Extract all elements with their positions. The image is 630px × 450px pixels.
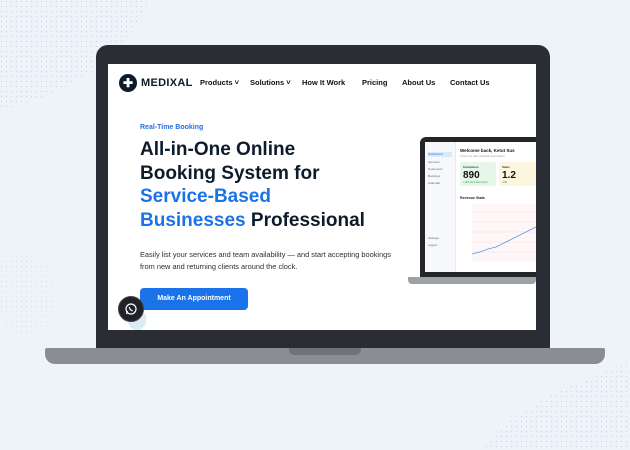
- chevron-down-icon: ˅: [286, 78, 291, 87]
- headline-highlight: Businesses: [140, 209, 246, 231]
- dashboard-preview: Dashboard Services Customers Bookings Ca…: [425, 142, 536, 272]
- medixal-logo-icon[interactable]: ✚: [119, 74, 137, 92]
- sidebar-item: Logout: [428, 243, 438, 247]
- sidebar-item: Dashboard: [428, 152, 452, 157]
- whatsapp-button[interactable]: [118, 296, 144, 322]
- dashboard-sidebar: Dashboard Services Customers Bookings Ca…: [425, 142, 456, 272]
- stat-label: Customers: [463, 165, 479, 169]
- sidebar-item: Services: [428, 160, 440, 164]
- headline-line: Professional: [250, 209, 365, 231]
- dashboard-preview-base: [408, 277, 536, 284]
- headline-highlight: Service-Based: [140, 186, 271, 207]
- brand-name[interactable]: MEDIXAL: [141, 77, 193, 89]
- top-navigation: ✚ MEDIXAL Products ˅ Solutions ˅ How It …: [108, 64, 536, 102]
- sidebar-item: Calendar: [428, 181, 441, 185]
- hero-description: Easily list your services and team avail…: [140, 250, 391, 271]
- revenue-stats-title: Revenue Stats: [460, 196, 485, 200]
- sidebar-item: Bookings: [428, 174, 441, 178]
- headline-line: Booking System for: [140, 162, 320, 184]
- nav-item-products[interactable]: Products ˅: [200, 78, 239, 87]
- laptop-notch: [289, 348, 361, 355]
- sidebar-item: Settings: [428, 236, 439, 240]
- stat-value: 1.2: [502, 170, 516, 181]
- stat-value: 890: [463, 170, 480, 181]
- hero-eyebrow: Real-Time Booking: [140, 124, 204, 131]
- stat-label: Sales: [502, 165, 510, 169]
- website-screen: ✚ MEDIXAL Products ˅ Solutions ˅ How It …: [108, 64, 536, 330]
- revenue-line-chart: [471, 204, 536, 262]
- chevron-down-icon: ˅: [234, 78, 239, 87]
- whatsapp-icon: [125, 303, 137, 315]
- dashboard-subtitle: Track your clinic schedule and booking: [460, 155, 505, 158]
- stat-card: Customers 890 +12% from last month: [460, 162, 496, 186]
- nav-item-how-it-work[interactable]: How It Work: [302, 78, 345, 87]
- make-appointment-button[interactable]: Make An Appointment: [140, 288, 248, 310]
- nav-item-contact-us[interactable]: Contact Us: [450, 78, 490, 87]
- nav-item-solutions[interactable]: Solutions ˅: [250, 78, 291, 87]
- stat-trend: +8%: [502, 181, 508, 184]
- headline-line: All-in-One Online: [140, 139, 296, 160]
- hero-headline: All-in-One Online Booking System for Ser…: [140, 138, 400, 232]
- stat-card: Sales 1.2 +8%: [499, 162, 536, 186]
- dashboard-welcome: Welcome back, Ketut Sus: [460, 148, 515, 153]
- sidebar-item: Customers: [428, 167, 443, 171]
- stat-trend: +12% from last month: [463, 181, 488, 184]
- nav-item-about-us[interactable]: About Us: [402, 78, 435, 87]
- nav-item-pricing[interactable]: Pricing: [362, 78, 387, 87]
